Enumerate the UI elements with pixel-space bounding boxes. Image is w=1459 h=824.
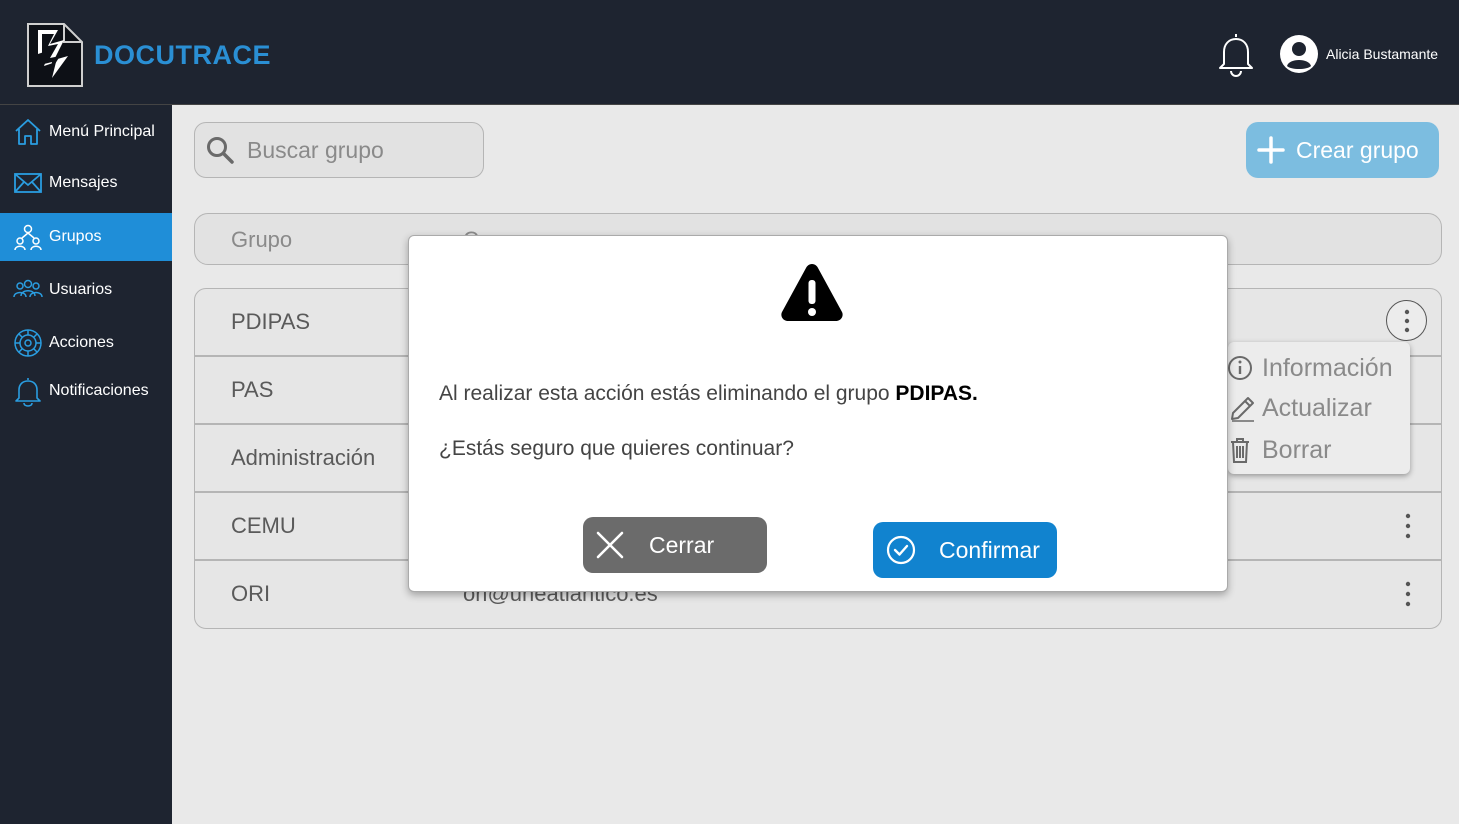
edit-icon: [1231, 397, 1254, 422]
delete-confirmation-dialog: Al realizar esta acción estás eliminando…: [408, 235, 1228, 592]
mail-icon: [14, 173, 42, 193]
menu-item-label: Borrar: [1262, 435, 1332, 464]
group-name: Administración: [231, 445, 376, 470]
notifications-bell-icon[interactable]: [1214, 30, 1258, 78]
confirm-button-label: Confirmar: [939, 536, 1040, 563]
sidebar-item-grupos[interactable]: Grupos: [0, 213, 172, 261]
sidebar: Menú Principal Mensajes Grupos Usuarios: [0, 105, 172, 824]
row-context-menu: Información Actualizar Borrar: [1228, 342, 1410, 474]
search-input[interactable]: Buscar grupo: [194, 122, 484, 178]
user-name[interactable]: Alicia Bustamante: [1326, 46, 1438, 62]
users-icon: [13, 279, 43, 298]
sidebar-item-mensajes[interactable]: Mensajes: [0, 159, 172, 207]
bell-icon: [15, 378, 41, 407]
more-options-icon[interactable]: [1393, 579, 1423, 609]
more-options-button-active[interactable]: [1386, 300, 1427, 341]
menu-item-label: Actualizar: [1262, 393, 1372, 422]
dialog-message: Al realizar esta acción estás eliminando…: [439, 382, 978, 405]
docutrace-logo-icon: [27, 23, 83, 87]
more-options-icon: [1404, 309, 1410, 333]
menu-item-borrar[interactable]: Borrar: [1228, 432, 1331, 468]
close-button[interactable]: Cerrar: [583, 517, 767, 573]
sidebar-item-acciones[interactable]: Acciones: [0, 319, 172, 367]
plus-icon: [1257, 136, 1285, 164]
group-name: PDIPAS: [231, 309, 311, 334]
sidebar-item-usuarios[interactable]: Usuarios: [0, 266, 172, 314]
sidebar-item-notificaciones[interactable]: Notificaciones: [0, 367, 172, 415]
search-placeholder: Buscar grupo: [247, 136, 384, 163]
group-name-highlight: PDIPAS.: [895, 382, 978, 405]
sidebar-item-label: Acciones: [49, 334, 114, 351]
group-name: PAS: [231, 377, 274, 402]
confirm-button[interactable]: Confirmar: [873, 522, 1057, 578]
group-name: ORI: [231, 581, 271, 606]
search-icon: [207, 137, 234, 164]
column-header-group[interactable]: Grupo: [231, 227, 292, 253]
create-group-label: Crear grupo: [1296, 136, 1419, 163]
create-group-button[interactable]: Crear grupo: [1246, 122, 1439, 178]
close-icon: [596, 531, 624, 559]
more-options-icon[interactable]: [1393, 511, 1423, 541]
sidebar-item-label: Usuarios: [49, 281, 113, 298]
sidebar-item-menu-principal[interactable]: Menú Principal: [0, 108, 172, 156]
home-icon: [15, 119, 41, 145]
actions-icon: [14, 329, 42, 357]
info-icon: [1228, 356, 1252, 380]
app-logo[interactable]: DOCUTRACE: [24, 20, 271, 90]
sidebar-item-label: Grupos: [49, 228, 102, 245]
menu-item-label: Información: [1262, 353, 1393, 382]
close-button-label: Cerrar: [649, 531, 715, 558]
trash-icon: [1231, 438, 1249, 463]
sidebar-item-label: Notificaciones: [49, 382, 149, 399]
menu-item-informacion[interactable]: Información: [1228, 350, 1393, 386]
user-avatar-icon[interactable]: [1279, 34, 1319, 74]
group-name: CEMU: [231, 513, 296, 538]
app-title: DOCUTRACE: [94, 39, 271, 70]
dialog-question: ¿Estás seguro que quieres continuar?: [439, 437, 794, 460]
warning-icon: [781, 264, 843, 321]
top-bar: DOCUTRACE Alicia Bustamante: [0, 0, 1459, 105]
check-circle-icon: [886, 535, 916, 565]
sidebar-item-label: Menú Principal: [49, 123, 155, 140]
groups-icon: [14, 224, 42, 251]
menu-item-actualizar[interactable]: Actualizar: [1228, 390, 1372, 426]
sidebar-item-label: Mensajes: [49, 174, 118, 191]
